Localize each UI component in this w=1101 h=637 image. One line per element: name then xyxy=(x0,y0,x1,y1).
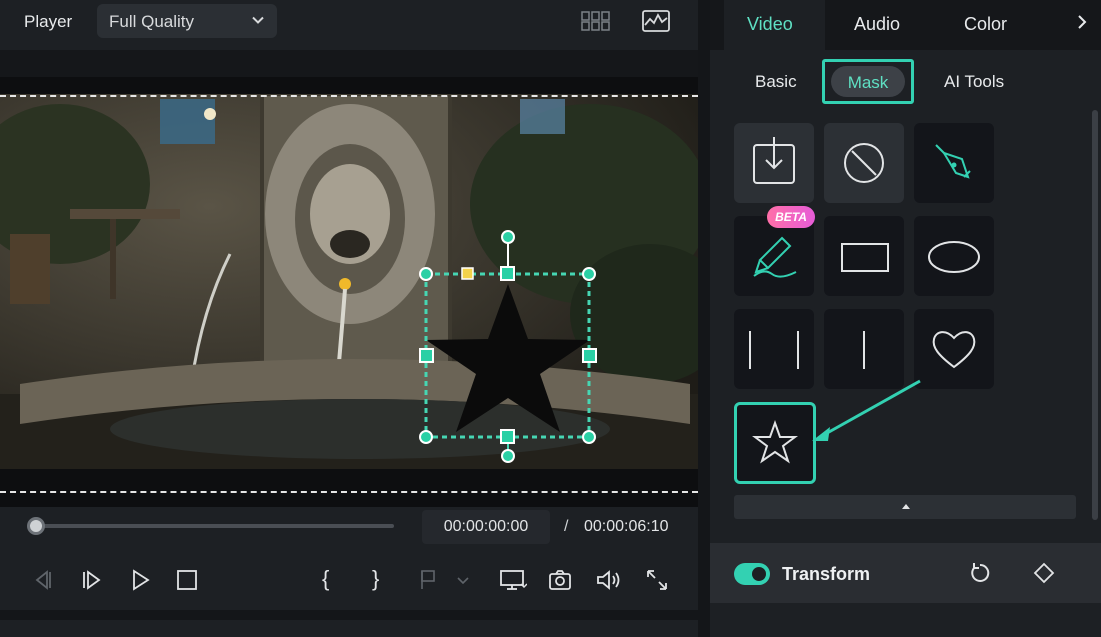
keyframe-icon[interactable] xyxy=(1032,561,1056,585)
mark-out-icon[interactable]: } xyxy=(372,566,396,591)
quality-value: Full Quality xyxy=(109,12,195,31)
total-time: 00:00:06:10 xyxy=(584,518,669,535)
transform-row: Transform xyxy=(710,543,1101,603)
current-time-box[interactable]: 00:00:00:00 xyxy=(422,510,550,544)
playhead-knob[interactable] xyxy=(27,517,45,535)
collapse-up-icon xyxy=(902,504,910,509)
safe-area-top xyxy=(0,95,698,97)
chevron-right-icon[interactable] xyxy=(1075,12,1089,32)
collapse-bar[interactable] xyxy=(734,495,1076,519)
grid-view-icon[interactable] xyxy=(580,9,612,33)
pen-tool-tile[interactable] xyxy=(914,123,994,203)
reset-icon[interactable] xyxy=(968,561,992,585)
subtab-basic[interactable]: Basic xyxy=(755,72,797,92)
chevron-down-icon xyxy=(252,16,264,24)
video-frame[interactable] xyxy=(0,94,698,469)
volume-icon[interactable] xyxy=(595,568,623,592)
transform-toggle[interactable] xyxy=(734,563,770,585)
mask-pill: Mask xyxy=(831,66,905,97)
callout-arrow xyxy=(812,379,921,441)
safe-area-bottom xyxy=(0,491,698,493)
progress-track[interactable] xyxy=(36,524,394,528)
player-panel: Player Full Quality 00:00:00:00 / 00:00:… xyxy=(0,0,698,610)
ellipse-icon xyxy=(928,241,980,273)
brush-mask-tile[interactable] xyxy=(734,216,814,296)
import-mask-tile[interactable] xyxy=(734,123,814,203)
snapshot-icon[interactable] xyxy=(548,568,572,592)
brush-mask-icon xyxy=(753,236,797,278)
pen-tool-icon xyxy=(935,144,971,179)
player-title: Player xyxy=(24,12,73,31)
player-footer xyxy=(0,620,698,637)
video-viewer[interactable] xyxy=(0,77,698,507)
no-mask-tile[interactable] xyxy=(824,123,904,203)
display-icon[interactable] xyxy=(499,568,527,592)
property-tabs: Video Audio Color xyxy=(710,0,1101,50)
rectangle-mask-tile[interactable] xyxy=(824,216,904,296)
stop-icon[interactable] xyxy=(175,568,199,592)
time-separator: / xyxy=(564,518,569,535)
quality-dropdown[interactable]: Full Quality xyxy=(97,4,277,38)
next-frame-icon[interactable] xyxy=(80,568,104,592)
preview-strip xyxy=(0,50,698,77)
subtab-mask[interactable]: Mask xyxy=(822,59,914,104)
add-marker-icon[interactable] xyxy=(418,568,472,592)
ellipse-mask-tile[interactable] xyxy=(914,216,994,296)
waveform-monitor-icon[interactable] xyxy=(641,9,671,33)
beta-badge: BETA xyxy=(767,206,815,228)
subtab-mask-label: Mask xyxy=(847,73,889,92)
previous-frame-icon[interactable] xyxy=(30,568,54,592)
play-icon[interactable] xyxy=(128,568,152,592)
no-mask-icon xyxy=(844,143,884,183)
transform-label: Transform xyxy=(782,564,871,584)
scrollbar[interactable] xyxy=(1092,110,1098,520)
tab-color[interactable]: Color xyxy=(964,14,1007,35)
subtab-ai-tools[interactable]: AI Tools xyxy=(944,72,1004,92)
import-mask-icon xyxy=(753,137,795,184)
current-time: 00:00:00:00 xyxy=(443,518,529,535)
rectangle-icon xyxy=(841,243,889,272)
toggle-knob xyxy=(752,567,766,581)
player-toolbar: Player Full Quality xyxy=(0,0,698,50)
fullscreen-icon[interactable] xyxy=(645,568,669,592)
tab-video[interactable]: Video xyxy=(747,14,793,35)
tab-audio[interactable]: Audio xyxy=(854,14,900,35)
panel-footer xyxy=(710,603,1101,637)
mark-in-icon[interactable]: { xyxy=(322,566,346,591)
